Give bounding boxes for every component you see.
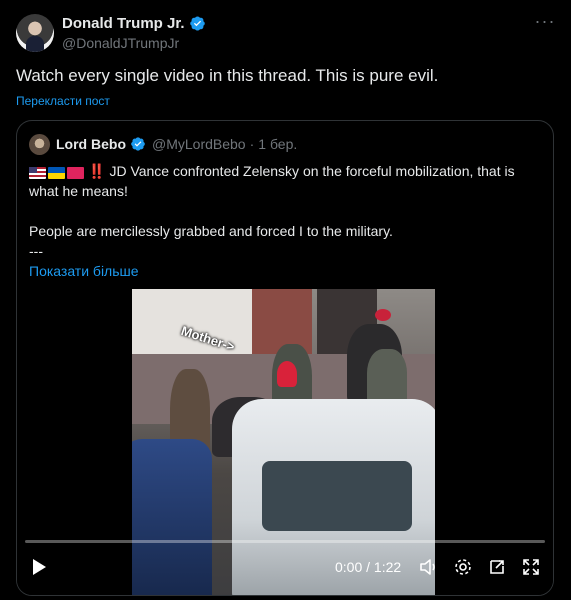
quoted-text-line2: People are mercilessly grabbed and force… [29,223,393,239]
red-emblem-icon [67,167,84,179]
tweet-text: Watch every single video in this thread.… [16,66,439,85]
double-exclamation-icon: ‼️ [88,163,106,179]
scene-windshield [262,461,412,531]
quoted-tweet-header: Lord Bebo @MyLordBebo · 1 бер. [29,133,297,155]
video-controls: 0:00 / 1:22 [17,551,553,587]
show-more-link[interactable]: Показати більше [29,261,544,281]
quoted-author-name: Lord Bebo [56,136,126,152]
pip-icon[interactable] [487,557,507,577]
quoted-line-1: ‼️ JD Vance confronted Zelensky on the fo… [29,161,544,201]
quoted-tweet-date: 1 бер. [258,136,298,152]
video-progress-bar[interactable] [25,540,545,543]
separator-dot: · [249,136,255,152]
author-avatar[interactable] [16,14,54,52]
video-frame[interactable]: Mother-> [132,289,435,595]
scene-red-hat [277,361,297,387]
quoted-author-avatar [29,133,50,155]
tweet-header: Donald Trump Jr. @DonaldJTrumpJr ··· [16,12,556,54]
quoted-text-dash: --- [29,243,43,259]
scene-red-cap [375,309,391,321]
video-time: 0:00 / 1:22 [335,559,402,575]
verified-badge-icon[interactable] [189,15,206,32]
settings-icon[interactable] [453,557,473,577]
quoted-tweet[interactable]: Lord Bebo @MyLordBebo · 1 бер. ‼️ JD Vanc… [16,120,554,596]
author-handle[interactable]: @DonaldJTrumpJr [62,35,179,51]
tweet: Donald Trump Jr. @DonaldJTrumpJr ··· Wat… [0,0,571,600]
author-display-name[interactable]: Donald Trump Jr. [62,15,185,32]
translate-post-link[interactable]: Перекласти пост [16,94,110,108]
ukraine-flag-icon [48,167,65,179]
video-player[interactable]: Mother-> 0:00 / 1:22 [17,289,553,595]
quoted-author-handle: @MyLordBebo [152,136,246,152]
quoted-tweet-body: ‼️ JD Vance confronted Zelensky on the fo… [29,161,544,281]
us-flag-icon [29,167,46,179]
fullscreen-icon[interactable] [521,557,541,577]
verified-badge-icon [131,137,145,151]
play-icon[interactable] [29,557,49,577]
more-horizontal-icon[interactable]: ··· [534,12,556,34]
volume-icon[interactable] [419,557,439,577]
emoji-flags [29,167,84,179]
author-name-row: Donald Trump Jr. [62,15,206,32]
